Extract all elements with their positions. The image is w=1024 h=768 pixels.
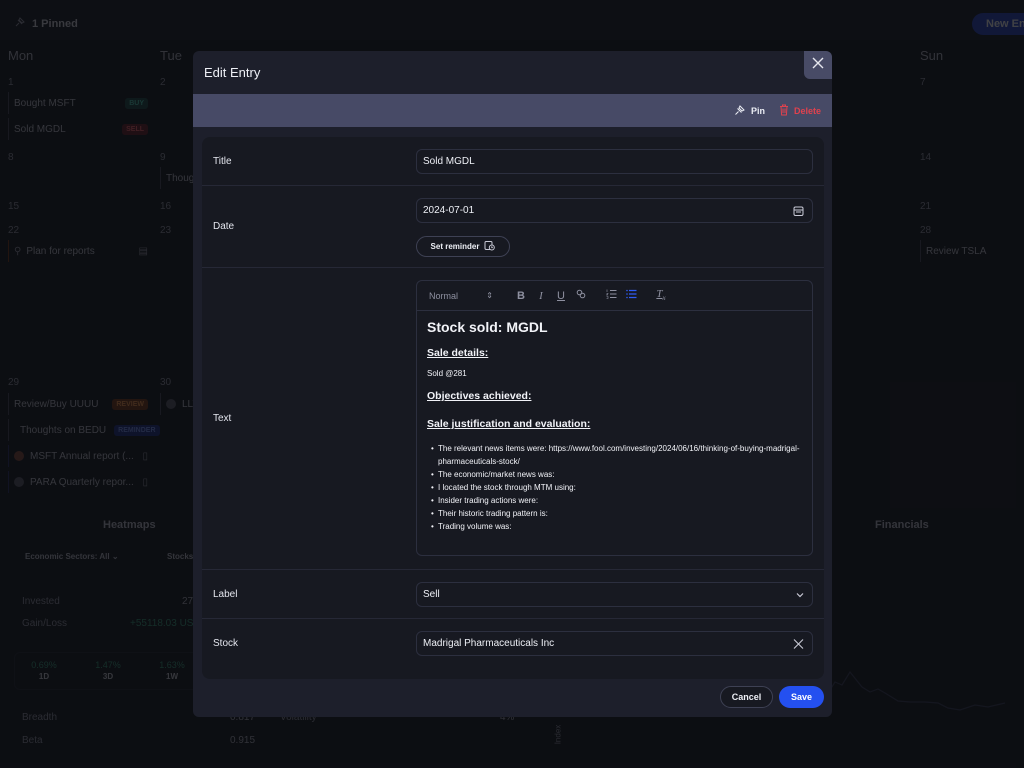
stock-row: Stock Madrigal Pharmaceuticals Inc (202, 619, 824, 679)
ordered-list-icon (605, 289, 617, 302)
list-item: Trading volume was: (431, 520, 802, 533)
list-item: Insider trading actions were: (431, 494, 802, 507)
editor-content[interactable]: Stock sold: MGDL Sale details: Sold @281… (417, 311, 812, 541)
clear-format-icon: Tx (656, 288, 666, 303)
rich-text-editor[interactable]: Normal ⇕ B I U Tx Stock sold: MGDL Sale … (416, 280, 813, 556)
list-item: The relevant news items were: https://ww… (431, 442, 802, 468)
title-label: Title (213, 156, 232, 167)
close-button[interactable] (804, 51, 832, 79)
date-label: Date (213, 221, 235, 232)
text-row: Text Normal ⇕ B I U Tx Stock sold: MGDL … (202, 268, 824, 570)
clear-icon[interactable] (793, 638, 804, 649)
sale-details-heading: Sale details: (427, 347, 489, 359)
stock-input[interactable]: Madrigal Pharmaceuticals Inc (416, 631, 813, 656)
bullet-list-button[interactable] (621, 286, 641, 306)
chevron-down-icon (796, 592, 804, 598)
bold-button[interactable]: B (511, 286, 531, 306)
save-button[interactable]: Save (779, 686, 824, 708)
label-select[interactable]: Sell (416, 582, 813, 607)
underline-button[interactable]: U (551, 286, 571, 306)
clear-format-button[interactable]: Tx (651, 286, 671, 306)
bold-icon: B (517, 289, 525, 302)
list-item: Their historic trading pattern is: (431, 507, 802, 520)
label-label: Label (213, 589, 238, 600)
set-reminder-button[interactable]: Set reminder (416, 236, 510, 257)
editor-toolbar: Normal ⇕ B I U Tx (417, 281, 812, 311)
cancel-button[interactable]: Cancel (720, 686, 773, 708)
text-label: Text (213, 413, 232, 424)
date-input[interactable]: 2024-07-01 (416, 198, 813, 223)
link-button[interactable] (571, 286, 591, 306)
pin-icon (734, 104, 746, 118)
close-icon (811, 56, 825, 75)
ordered-list-button[interactable] (601, 286, 621, 306)
updown-chevron-icon: ⇕ (486, 291, 493, 300)
list-item: The economic/market news was: (431, 468, 802, 481)
justification-heading: Sale justification and evaluation: (427, 418, 591, 430)
objectives-heading: Objectives achieved: (427, 390, 532, 402)
stock-label: Stock (213, 638, 239, 649)
calendar-clock-icon (484, 240, 496, 253)
list-item: I located the stock through MTM using: (431, 481, 802, 494)
italic-button[interactable]: I (531, 286, 551, 306)
pin-button[interactable]: Pin (734, 104, 765, 118)
format-select[interactable]: Normal ⇕ (429, 291, 497, 301)
calendar-icon[interactable] (793, 205, 804, 216)
edit-entry-modal: Edit Entry Pin Delete Title Sold MGDL Da… (193, 51, 832, 717)
link-icon (576, 289, 586, 302)
justification-list: The relevant news items were: https://ww… (427, 442, 802, 533)
trash-icon (779, 104, 789, 118)
title-row: Title Sold MGDL (202, 137, 824, 186)
delete-button[interactable]: Delete (779, 104, 821, 118)
content-heading: Stock sold: MGDL (427, 319, 548, 335)
title-input[interactable]: Sold MGDL (416, 149, 813, 174)
entry-form: Title Sold MGDL Date 2024-07-01 Set remi… (202, 137, 824, 679)
modal-action-bar: Pin Delete (193, 94, 832, 127)
date-row: Date 2024-07-01 Set reminder (202, 186, 824, 268)
label-row: Label Sell (202, 570, 824, 619)
italic-icon: I (539, 289, 543, 302)
underline-icon: U (557, 289, 565, 302)
bullet-list-icon (625, 289, 637, 302)
sale-details-text: Sold @281 (427, 369, 467, 378)
modal-title: Edit Entry (204, 65, 261, 80)
